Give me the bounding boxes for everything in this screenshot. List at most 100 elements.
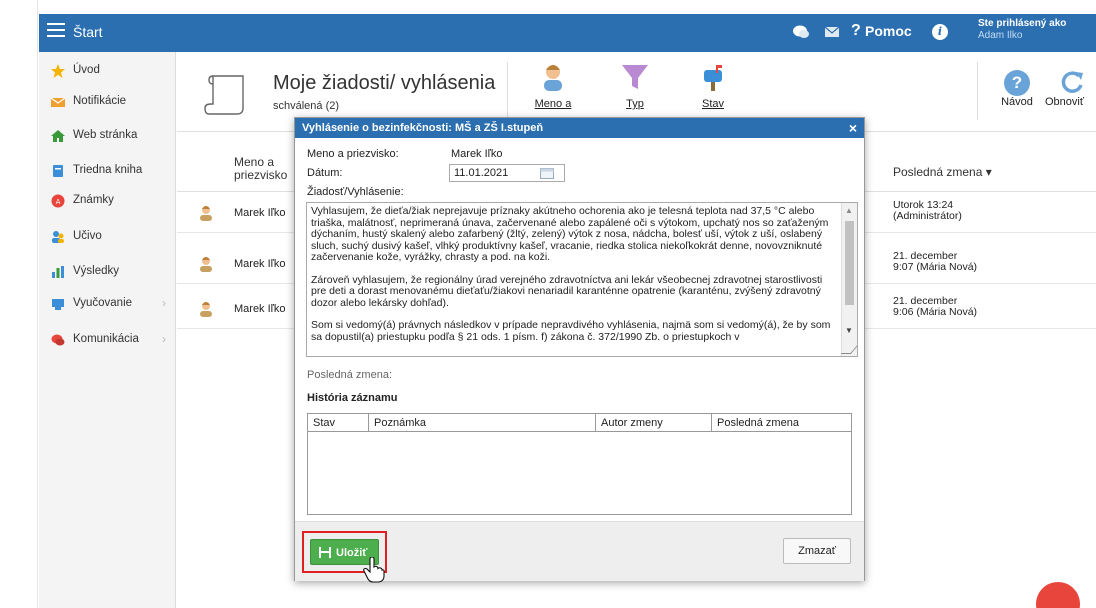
row-last-change: Utorok 13:24 (Administrátor) <box>893 200 962 222</box>
sidebar: Úvod Notifikácie Web stránka Triedna kni… <box>39 52 176 608</box>
filter-name-label: Meno a <box>534 98 572 110</box>
scroll-down-icon[interactable]: ▼ <box>845 326 853 335</box>
chevron-right-icon: › <box>162 296 166 310</box>
dialog-titlebar[interactable]: Vyhlásenie o bezinfekčnosti: MŠ a ZŠ I.s… <box>295 118 864 138</box>
person-icon <box>200 257 212 272</box>
person-filter-icon <box>544 65 562 91</box>
date-label: Dátum: <box>307 167 343 179</box>
left-gutter <box>0 0 38 608</box>
sidebar-item-label: Vyučovanie <box>73 297 133 309</box>
envelope-icon <box>51 97 65 107</box>
column-separator <box>595 414 596 432</box>
calendar-icon[interactable] <box>540 167 554 179</box>
last-change-label: Posledná zmena: <box>307 369 392 381</box>
students-icon <box>52 231 64 243</box>
close-icon[interactable]: × <box>849 120 857 136</box>
sidebar-item-znamky[interactable]: A Známky <box>39 190 176 212</box>
row-name: Marek Iľko <box>234 303 286 315</box>
hamburger-menu-icon[interactable] <box>47 23 65 37</box>
house-icon <box>51 130 65 142</box>
refresh-icon <box>1061 71 1083 93</box>
textarea-scrollbar[interactable]: ▲ ▼ <box>841 203 857 356</box>
delete-button[interactable]: Zmazať <box>783 538 851 564</box>
request-paragraph: Zároveň vyhlasujem, že regionálny úrad v… <box>311 273 823 309</box>
row-last-change: 21. december 9:06 (Mária Nová) <box>893 296 977 318</box>
help-link[interactable]: Pomoc <box>865 23 912 39</box>
sidebar-item-notifikacie[interactable]: Notifikácie <box>39 91 176 113</box>
filter-type-label: Typ <box>626 98 644 110</box>
book-icon <box>53 165 63 177</box>
sidebar-item-label: Učivo <box>73 230 102 242</box>
sidebar-item-komunikacia[interactable]: Komunikácia › <box>39 329 176 351</box>
svg-text:A: A <box>56 198 61 206</box>
chat-icon <box>51 334 65 346</box>
dialog-title: Vyhlásenie o bezinfekčnosti: MŠ a ZŠ I.s… <box>302 122 544 134</box>
app-window: Štart ? Pomoc i Ste prihlásený ako Adam … <box>0 0 1096 608</box>
history-col-note: Poznámka <box>374 417 426 429</box>
history-col-last-change: Posledná zmena <box>717 417 799 429</box>
request-label: Žiadosť/Vyhlásenie: <box>307 186 404 198</box>
question-circle-icon: ? <box>1004 70 1030 96</box>
history-table: Stav Poznámka Autor zmeny Posledná zmena <box>307 413 852 515</box>
request-text: Vyhlasujem, že dieťa/žiak neprejavuje pr… <box>311 205 839 354</box>
sidebar-item-uvod[interactable]: Úvod <box>39 60 176 82</box>
sidebar-item-label: Úvod <box>73 64 100 76</box>
column-last-change-header[interactable]: Posledná zmena ▾ <box>893 165 992 179</box>
chat-icon[interactable] <box>792 23 810 41</box>
row-name: Marek Iľko <box>234 258 286 270</box>
row-author: 9:06 (Mária Nová) <box>893 306 978 318</box>
filter-status[interactable]: Stav <box>683 62 743 110</box>
history-label: História záznamu <box>307 392 398 404</box>
user-box[interactable]: Ste prihlásený ako Adam Ilko <box>978 18 1066 42</box>
filter-type[interactable]: Typ <box>605 62 665 110</box>
filter-name[interactable]: Meno a <box>523 62 583 110</box>
sidebar-item-triedna-kniha[interactable]: Triedna kniha <box>39 160 176 182</box>
filter-status-label: Stav <box>701 98 724 110</box>
mail-icon[interactable] <box>823 23 841 41</box>
chevron-right-icon: › <box>162 332 166 346</box>
page-title: Moje žiadosti/ vyhlásenia <box>273 72 496 94</box>
help-button-label: Návod <box>1001 96 1033 108</box>
header-divider <box>977 62 978 120</box>
history-col-status: Stav <box>313 417 336 429</box>
dialog-footer: Uložiť Zmazať <box>295 521 864 583</box>
declaration-dialog: Vyhlásenie o bezinfekčnosti: MŠ a ZŠ I.s… <box>294 117 865 583</box>
sidebar-item-vysledky[interactable]: Výsledky <box>39 261 176 283</box>
hand-cursor-icon <box>363 557 385 583</box>
sidebar-item-vyucovanie[interactable]: Vyučovanie › <box>39 293 176 315</box>
column-name-header[interactable]: Meno a priezvisko <box>234 156 287 182</box>
person-icon <box>200 302 212 317</box>
sidebar-item-label: Notifikácie <box>73 95 127 107</box>
refresh-button[interactable]: Obnoviť <box>1045 70 1096 108</box>
help-question-icon[interactable]: ? <box>851 22 861 40</box>
page-subtitle[interactable]: schválená (2) <box>273 100 339 112</box>
sidebar-item-web-stranka[interactable]: Web stránka <box>39 125 176 147</box>
sidebar-item-ucivo[interactable]: Učivo <box>39 226 176 248</box>
column-separator <box>368 414 369 432</box>
name-value: Marek Iľko <box>451 148 503 160</box>
row-author: 9:07 (Mária Nová) <box>893 261 978 273</box>
request-textarea[interactable]: Vyhlasujem, že dieťa/žiak neprejavuje pr… <box>306 202 858 357</box>
info-icon[interactable]: i <box>932 24 948 40</box>
person-icon <box>200 206 212 221</box>
user-name: Adam Ilko <box>978 30 1023 41</box>
row-name: Marek Iľko <box>234 207 286 219</box>
help-button[interactable]: ? Návod <box>997 70 1037 108</box>
scrollbar-thumb[interactable] <box>845 221 854 305</box>
logged-in-label: Ste prihlásený ako <box>978 18 1067 29</box>
history-table-header: Stav Poznámka Autor zmeny Posledná zmena <box>308 414 851 432</box>
request-paragraph: Vyhlasujem, že dieťa/žiak neprejavuje pr… <box>311 205 829 263</box>
name-label: Meno a priezvisko: <box>307 148 399 160</box>
grade-icon: A <box>51 194 65 208</box>
floppy-disk-icon <box>319 547 331 558</box>
start-title[interactable]: Štart <box>73 24 103 40</box>
scroll-up-icon[interactable]: ▲ <box>845 206 853 215</box>
sidebar-item-label: Známky <box>73 194 114 206</box>
sidebar-item-label: Triedna kniha <box>73 164 143 176</box>
refresh-button-label: Obnoviť <box>1045 96 1084 108</box>
date-field[interactable]: 11.01.2021 <box>449 164 565 182</box>
bar-chart-icon <box>52 266 64 278</box>
funnel-icon <box>622 65 648 89</box>
save-highlight: Uložiť <box>302 531 387 583</box>
document-scroll-icon <box>204 75 244 115</box>
